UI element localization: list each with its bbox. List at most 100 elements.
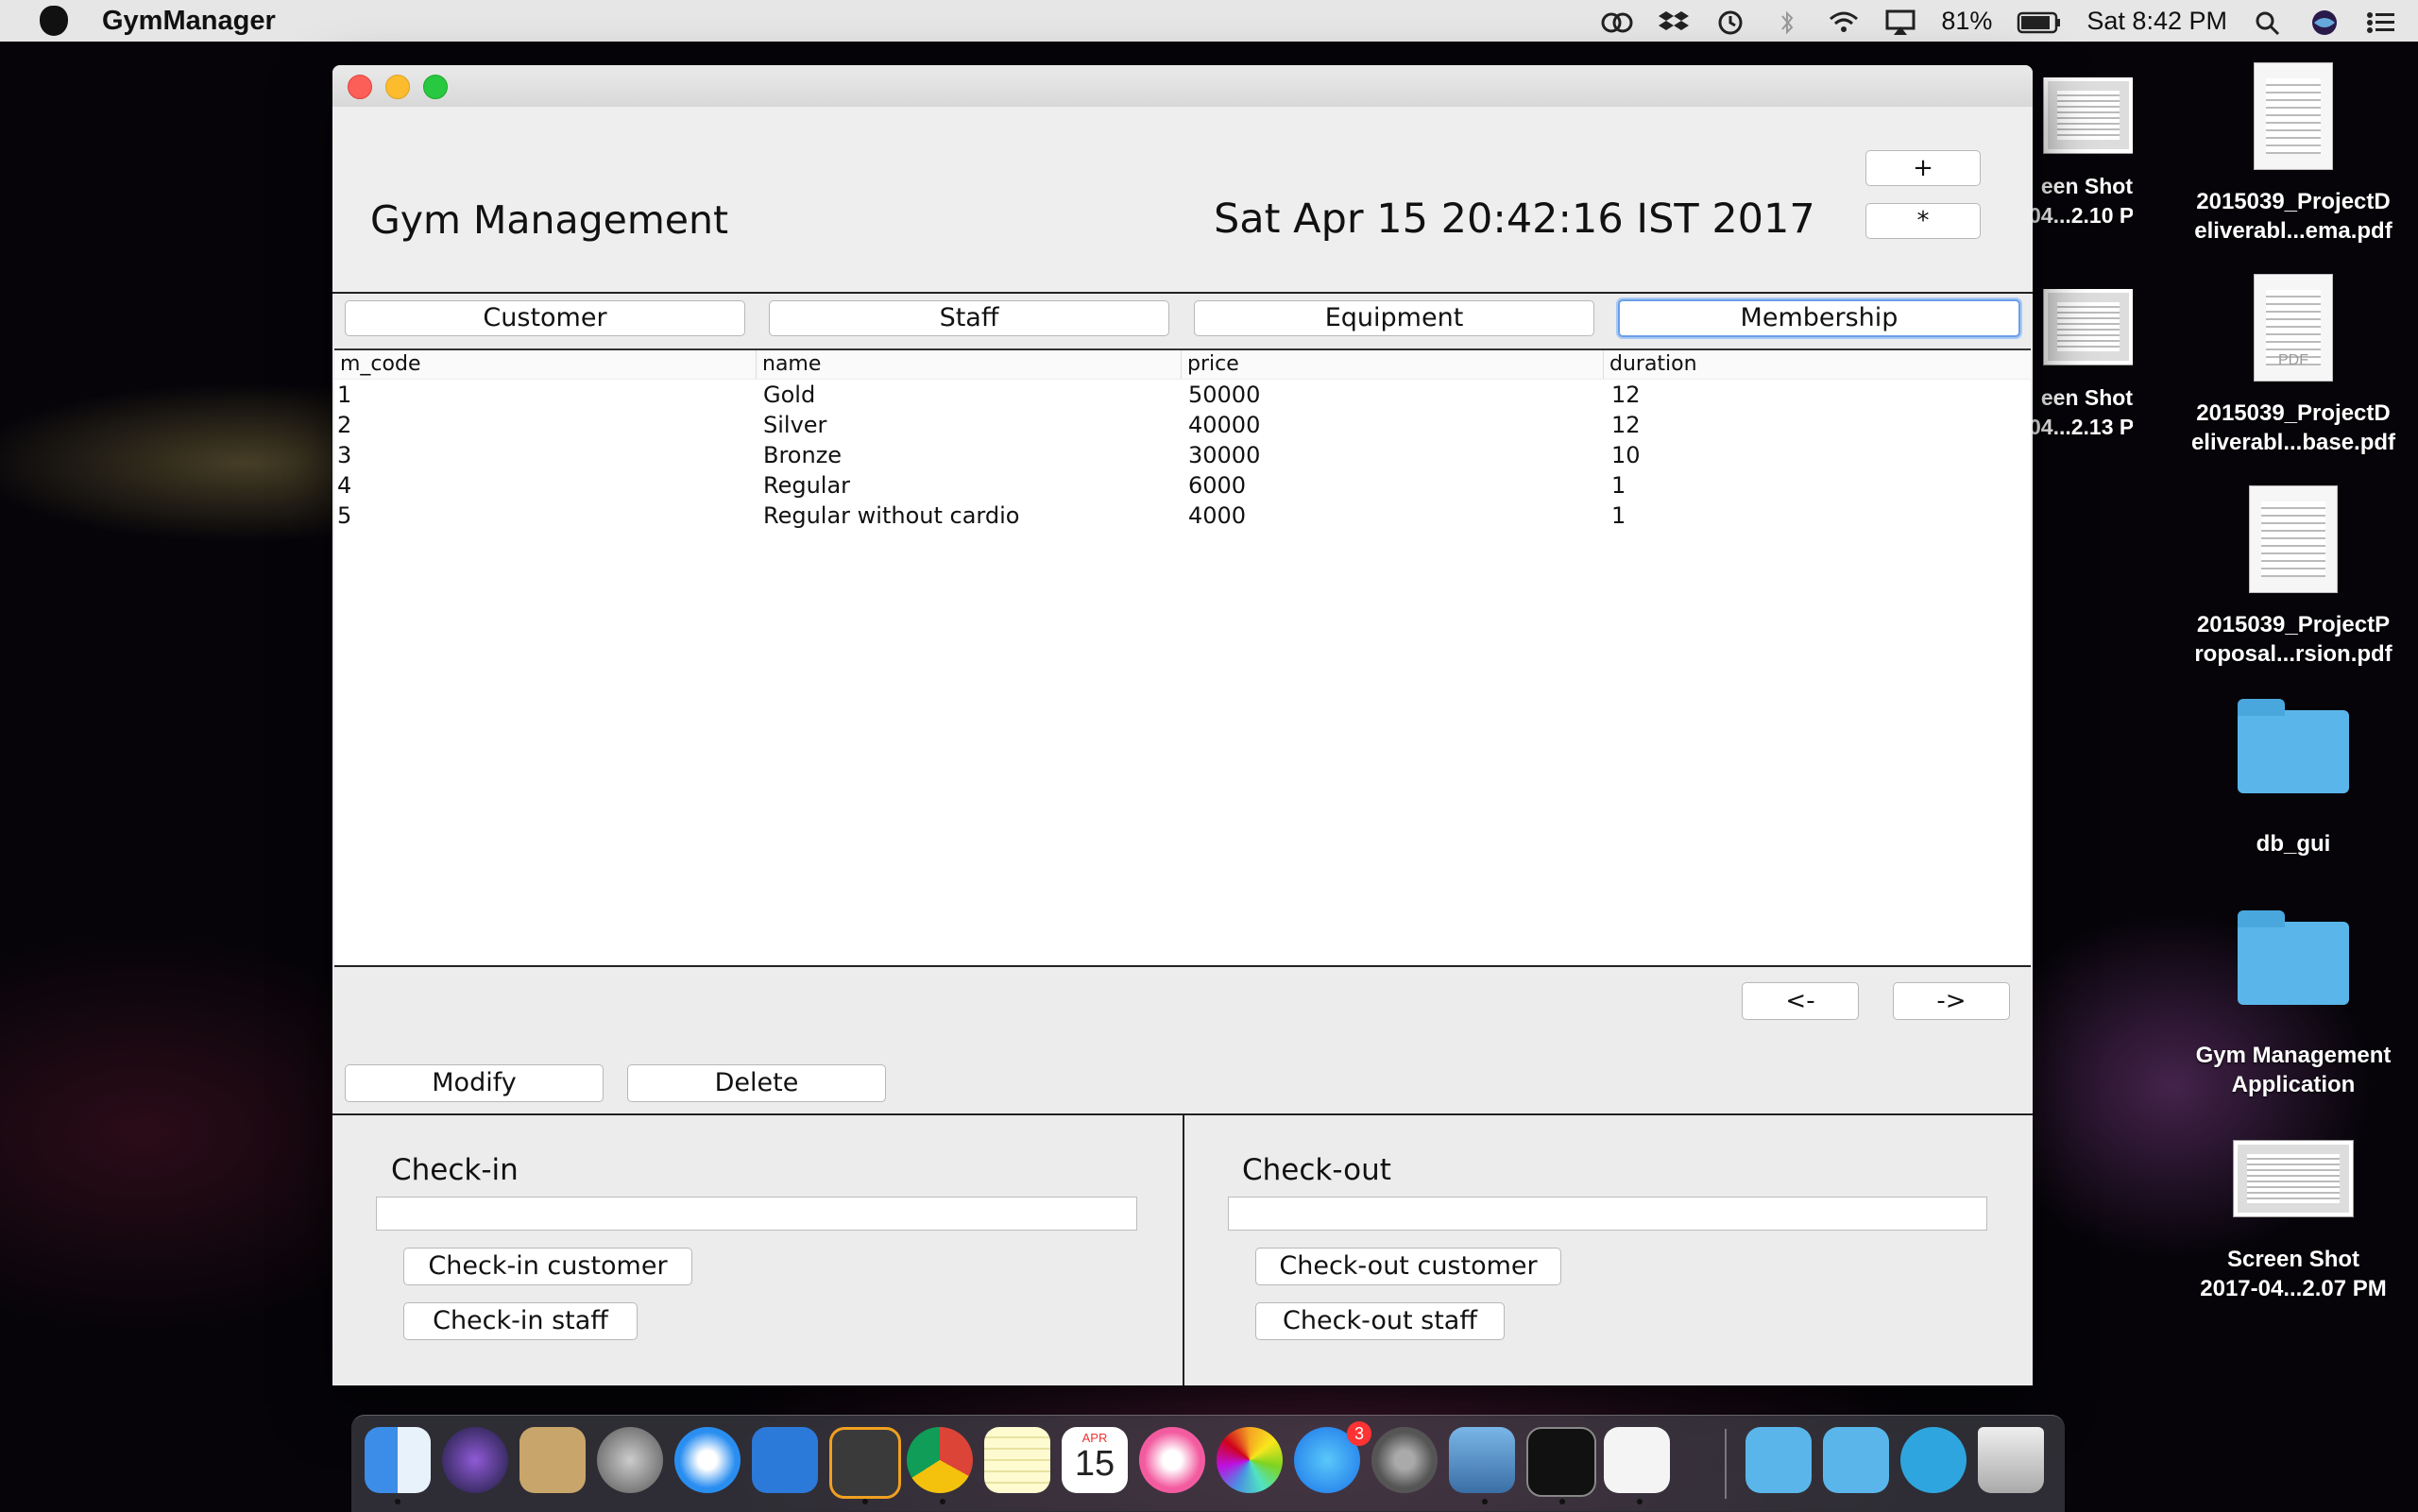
sublime-text-icon[interactable] [829,1427,901,1499]
cell-m-code: 5 [337,502,352,529]
calendar-icon[interactable]: APR 15 [1062,1427,1128,1493]
time-machine-icon[interactable] [1714,8,1746,35]
cell-m-code: 2 [337,412,352,438]
notification-center-icon[interactable] [2365,8,2397,33]
tab-customer[interactable]: Customer [345,300,745,336]
app-store-badge: 3 [1347,1421,1371,1446]
section-tabs: Customer Staff Equipment Membership [332,294,2033,346]
check-in-customer-button[interactable]: Check-in customer [403,1248,692,1285]
check-out-input[interactable] [1228,1197,1987,1231]
running-indicator [862,1499,868,1504]
cell-price: 6000 [1188,472,1247,499]
desktop-icon-label: een Shot 04...2.10 PM [2029,174,2133,228]
battery-percentage: 81% [1941,6,1993,35]
table-row[interactable]: 5 Regular without cardio 4000 1 [334,501,2031,531]
add-button[interactable]: + [1865,150,1981,186]
current-datetime: Sat Apr 15 20:42:16 IST 2017 [1214,195,1815,243]
running-indicator [395,1499,400,1504]
calendar-day: 15 [1074,1444,1115,1484]
next-page-button[interactable]: -> [1893,982,2010,1020]
desktop-icon-label: 2015039_ProjectD eliverabl...base.pdf [2190,400,2396,455]
check-out-staff-button[interactable]: Check-out staff [1255,1302,1505,1340]
battery-icon[interactable] [2017,8,2062,34]
menu-bar-clock[interactable]: Sat 8:42 PM [2086,7,2227,36]
panel-divider [1183,1115,1184,1385]
tab-staff[interactable]: Staff [769,300,1169,336]
documents-folder-icon[interactable] [1745,1427,1812,1493]
delete-button[interactable]: Delete [627,1064,886,1102]
modify-button[interactable]: Modify [345,1064,604,1102]
terminal-icon[interactable] [1526,1427,1596,1497]
running-indicator [1559,1499,1565,1504]
membership-table[interactable]: m_code name price duration 1 Gold 50000 … [334,348,2031,967]
notes-icon[interactable] [984,1427,1050,1493]
desktop-icon-screenshot-1[interactable]: een Shot 04...2.10 PM [2029,77,2133,230]
column-header-name[interactable]: name [756,350,1178,379]
cell-price: 40000 [1188,412,1261,438]
desktop-icon-screenshot-2[interactable]: een Shot 04...2.13 PM [2029,289,2133,442]
trash-icon[interactable] [1978,1427,2044,1493]
cell-price: 4000 [1188,502,1247,529]
desktop-icon-gym-management-app[interactable]: Gym Management Application [2180,910,2407,1099]
check-in-staff-button[interactable]: Check-in staff [403,1302,638,1340]
folder-icon [2238,699,2349,793]
app-title: Gym Management [370,197,729,243]
java-icon[interactable] [1604,1427,1670,1493]
star-button[interactable]: * [1865,203,1981,239]
cell-m-code: 1 [337,382,352,408]
launchpad-icon[interactable] [597,1427,663,1493]
downloads-folder-icon[interactable] [1823,1427,1889,1493]
desktop-icon-pdf-schema[interactable]: 2015039_ProjectD eliverabl...ema.pdf [2180,62,2407,246]
finder-icon[interactable] [365,1427,431,1493]
column-header-duration[interactable]: duration [1603,350,2025,379]
apple-logo-icon[interactable] [40,6,68,36]
pdf-document-icon [2254,62,2333,170]
pdf-label: PDF [2278,352,2308,368]
spotlight-search-icon[interactable] [2252,8,2284,36]
wifi-icon[interactable] [1828,8,1860,33]
itunes-icon[interactable] [1139,1427,1205,1493]
siri-dock-icon[interactable] [442,1427,508,1493]
cell-name: Bronze [763,442,843,468]
bluetooth-icon[interactable] [1771,8,1803,35]
active-app-name[interactable]: GymManager [102,6,276,37]
close-window-button[interactable] [348,75,372,99]
desktop-icon-pdf-database[interactable]: PDF 2015039_ProjectD eliverabl...base.pd… [2180,274,2407,457]
desktop-icon-screenshot-3[interactable]: Screen Shot 2017-04...2.07 PM [2180,1141,2407,1303]
desktop-icon-db-gui[interactable]: db_gui [2180,699,2407,858]
tab-membership[interactable]: Membership [1618,299,2020,337]
table-row[interactable]: 3 Bronze 30000 10 [334,440,2031,470]
airplay-icon[interactable] [1884,8,1916,35]
preview-icon[interactable] [1449,1427,1515,1493]
siri-icon[interactable] [2308,8,2341,35]
creative-cloud-icon[interactable] [1601,8,1633,33]
mail-stamp-icon[interactable] [519,1427,586,1493]
column-header-m-code[interactable]: m_code [334,350,756,379]
screenshot-thumbnail [2234,1141,2353,1216]
desktop-icon-pdf-proposal[interactable]: 2015039_ProjectP roposal...rsion.pdf [2180,485,2407,669]
xcode-icon[interactable] [752,1427,818,1493]
cell-duration: 1 [1611,472,1626,499]
table-row[interactable]: 1 Gold 50000 12 [334,380,2031,410]
check-in-input[interactable] [376,1197,1137,1231]
screenshot-thumbnail [2044,77,2133,153]
table-row[interactable]: 2 Silver 40000 12 [334,410,2031,440]
photos-icon[interactable] [1217,1427,1283,1493]
cell-duration: 1 [1611,502,1626,529]
safari-icon[interactable] [674,1427,741,1493]
table-row[interactable]: 4 Regular 6000 1 [334,470,2031,501]
desktop-icon-label: 2015039_ProjectD eliverabl...ema.pdf [2194,189,2392,244]
column-header-price[interactable]: price [1181,350,1603,379]
running-indicator [1637,1499,1643,1504]
dropbox-icon[interactable] [1658,8,1690,33]
previous-page-button[interactable]: <- [1742,982,1859,1020]
tab-equipment[interactable]: Equipment [1194,300,1594,336]
telegram-icon[interactable] [1900,1427,1967,1493]
system-preferences-icon[interactable] [1371,1427,1438,1493]
check-out-customer-button[interactable]: Check-out customer [1255,1248,1561,1285]
cell-m-code: 3 [337,442,352,468]
minimize-window-button[interactable] [385,75,410,99]
chrome-icon[interactable] [907,1427,973,1493]
window-titlebar[interactable] [332,65,2033,108]
zoom-window-button[interactable] [423,75,448,99]
